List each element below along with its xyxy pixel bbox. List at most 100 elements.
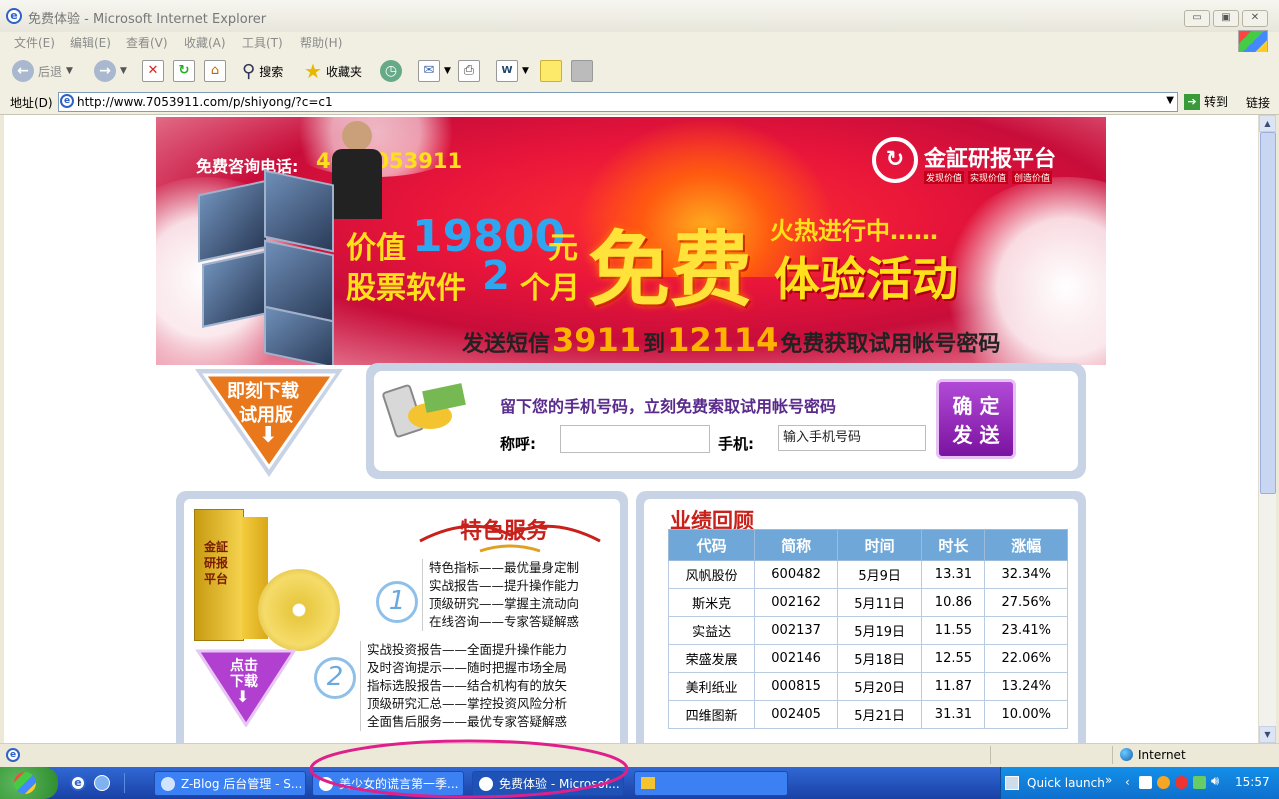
home-button[interactable]: ⌂ (204, 60, 226, 82)
toolbar: ← 后退 ▼ → ▼ ✕ ↻ ⌂ ⚲ 搜索 ★ 收藏夹 ◷ ✉ ▼ ⎙ W ▼ (0, 52, 1279, 91)
table-cell: 000815 (754, 672, 838, 701)
clock[interactable]: 15:57 (1235, 775, 1270, 789)
table-cell: 5月9日 (836, 560, 923, 589)
tray-qq-icon[interactable] (1157, 776, 1170, 789)
favorites-button[interactable]: ★ 收藏夹 (304, 59, 362, 83)
cd-disc-image (258, 569, 340, 651)
window-title-bar[interactable]: e 免费体验 - Microsoft Internet Explorer ▭ ▣… (0, 0, 1279, 33)
software-unit: 个月 (520, 271, 580, 306)
sms-instruction: 发送短信 3911 到 12114 免费获取试用帐号密码 (462, 321, 1000, 359)
free-headline: 免费 (588, 223, 753, 318)
address-bar: 地址(D) e http://www.7053911.com/p/shiyong… (0, 90, 1279, 115)
slogan: 实现价值 (968, 171, 1009, 184)
mail-button[interactable]: ✉ ▼ (418, 60, 451, 82)
links-button[interactable]: 链接 (1246, 94, 1270, 111)
phone-input[interactable]: 输入手机号码 (778, 425, 926, 451)
promo-banner: 免费咨询电话: 4007053911 ↻ 金証研报平台 发现价值 实现价值 创造… (156, 117, 1106, 365)
tray-antivirus-icon[interactable] (1175, 776, 1188, 789)
menu-favorites[interactable]: 收藏(A) (184, 34, 226, 51)
start-button[interactable] (0, 767, 58, 799)
download-trial-button[interactable]: 即刻下载 试用版 ⬇ (189, 363, 349, 481)
refresh-button[interactable]: ↻ (173, 60, 195, 82)
quicklaunch-ie-alt-icon[interactable] (94, 775, 110, 791)
windows-logo-icon (14, 772, 36, 794)
quicklaunch-ie-icon[interactable]: e (70, 775, 86, 791)
note-button[interactable] (540, 60, 562, 82)
print-button[interactable]: ⎙ (458, 60, 480, 82)
menu-edit[interactable]: 编辑(E) (70, 34, 111, 51)
down-arrow-icon: ⬇ (236, 687, 250, 706)
messenger-button[interactable] (571, 60, 593, 82)
minimize-button[interactable]: ▭ (1184, 10, 1210, 27)
column-header: 时长 (921, 529, 986, 561)
hot-tagline: 火热进行中…… (770, 217, 938, 245)
brand-name: 金証研报平台 (924, 146, 1057, 172)
table-cell: 5月11日 (836, 588, 923, 617)
back-button[interactable]: ← 后退 ▼ (12, 60, 73, 82)
column-header: 简称 (754, 529, 838, 561)
search-button[interactable]: ⚲ 搜索 (242, 60, 283, 82)
submit-line2: 发 送 (952, 423, 1000, 447)
chevron-left-icon[interactable]: ‹ (1125, 775, 1130, 789)
menu-view[interactable]: 查看(V) (126, 34, 168, 51)
scroll-down-button[interactable]: ▼ (1259, 726, 1276, 743)
download-trial-line1: 即刻下载 (227, 381, 299, 402)
volume-icon[interactable]: 🔊︎ (1211, 774, 1219, 789)
chevron-down-icon[interactable]: ▼ (1166, 95, 1174, 106)
menu-help[interactable]: 帮助(H) (300, 34, 342, 51)
tray-app-icon[interactable] (1139, 776, 1152, 789)
table-row: 四维图新 002405 5月21日 31.31 10.00% (667, 700, 1068, 729)
column-header: 涨幅 (984, 529, 1068, 561)
scroll-up-button[interactable]: ▲ (1259, 115, 1276, 132)
table-row: 风帆股份 600482 5月9日 13.31 32.34% (667, 560, 1068, 589)
task-zblog[interactable]: Z-Blog 后台管理 - S... (154, 771, 306, 796)
table-cell: 002146 (754, 644, 838, 673)
form-prompt: 留下您的手机号码，立刻免费索取试用帐号密码 (500, 397, 837, 416)
scrollbar-thumb[interactable] (1260, 132, 1276, 494)
taskbar-divider (124, 773, 125, 793)
services-list-2: 实战投资报告——全面提升操作能力 及时咨询提示——随时把握市场全局 指标选股报告… (360, 641, 567, 731)
go-button[interactable]: ➔ 转到 (1184, 93, 1228, 110)
menu-file[interactable]: 文件(E) (14, 34, 55, 51)
quick-launch-label[interactable]: Quick launch (1027, 776, 1105, 790)
submit-button[interactable]: 确 定 发 送 (936, 379, 1016, 459)
address-input[interactable]: e http://www.7053911.com/p/shiyong/?c=c1… (58, 92, 1178, 112)
table-header-row: 代码 简称 时间 时长 涨幅 (667, 529, 1068, 561)
back-arrow-icon: ← (12, 60, 34, 82)
vertical-scrollbar[interactable]: ▲ ▼ (1258, 115, 1276, 743)
menu-tools[interactable]: 工具(T) (242, 34, 283, 51)
service-item: 顶级研究——掌握主流动向 (429, 596, 580, 611)
tray-network-icon[interactable] (1193, 776, 1206, 789)
table-cell: 5月21日 (836, 700, 923, 729)
messenger-icon (571, 60, 593, 82)
history-button[interactable]: ◷ (380, 60, 402, 82)
edit-button[interactable]: W ▼ (496, 60, 529, 82)
note-icon (540, 60, 562, 82)
forward-button[interactable]: → ▼ (94, 60, 127, 82)
chevron-down-icon: ▼ (444, 66, 451, 76)
task-folder[interactable] (634, 771, 788, 796)
click-download-button[interactable]: 点击 下载 ⬇ (194, 647, 298, 727)
name-input[interactable] (560, 425, 710, 453)
sms-code: 3911 (552, 321, 642, 359)
chevron-right-icon[interactable]: » (1105, 773, 1112, 787)
address-url: http://www.7053911.com/p/shiyong/?c=c1 (77, 95, 333, 109)
table-cell: 荣盛发展 (667, 644, 756, 673)
stop-button[interactable]: ✕ (142, 60, 164, 82)
windows-flag-icon (1238, 30, 1268, 54)
maximize-button[interactable]: ▣ (1213, 10, 1239, 27)
service-item: 在线咨询——专家答疑解惑 (429, 614, 580, 629)
table-cell: 美利纸业 (667, 672, 756, 701)
presenter-head (342, 121, 372, 151)
close-button[interactable]: ✕ (1242, 10, 1268, 27)
software-box-label: 金証研报平台 (204, 540, 229, 586)
phone-label: 手机: (718, 435, 754, 453)
back-label: 后退 (38, 64, 63, 79)
service-item: 实战报告——提升操作能力 (429, 578, 580, 593)
status-divider (1112, 746, 1113, 764)
table-cell: 12.55 (921, 644, 986, 673)
name-label: 称呼: (500, 435, 536, 453)
service-item: 特色指标——最优量身定制 (429, 560, 580, 575)
table-cell: 27.56% (984, 588, 1068, 617)
service-item: 及时咨询提示——随时把握市场全局 (367, 660, 568, 675)
